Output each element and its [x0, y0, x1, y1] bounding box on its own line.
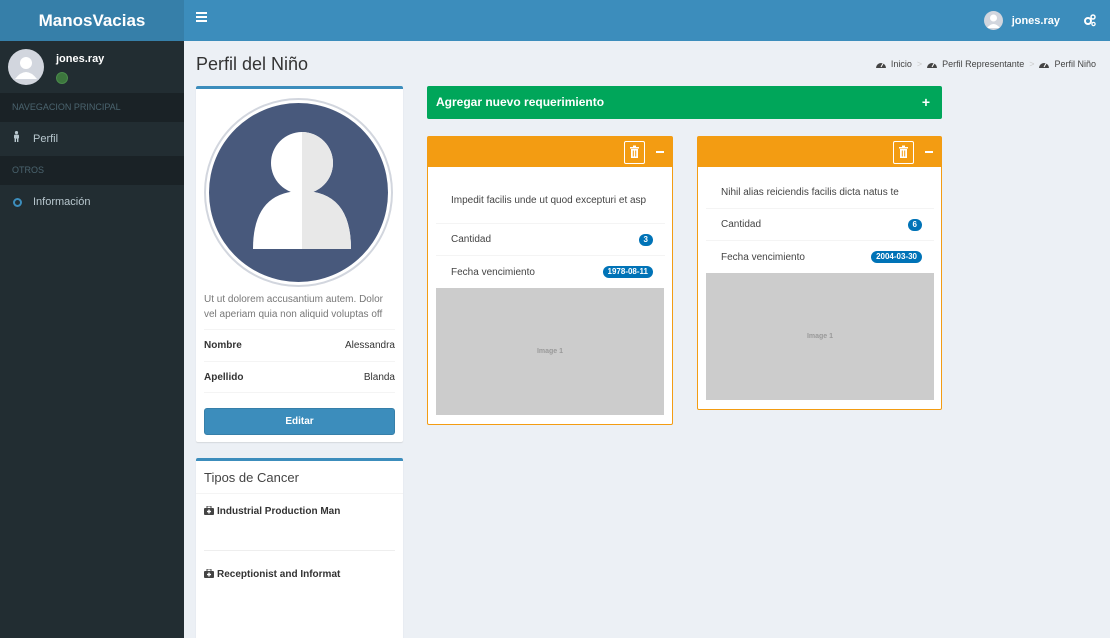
- profile-row-apellido: Apellido Blanda: [204, 361, 395, 393]
- sidebar-item-label: Perfil: [33, 133, 59, 145]
- field-value: Blanda: [363, 371, 395, 383]
- navbar-user-menu[interactable]: jones.ray: [983, 11, 1060, 30]
- quantity-badge: 3: [638, 233, 653, 246]
- cancer-type-item: Receptionist and Informat: [204, 567, 395, 582]
- breadcrumb-item-representante[interactable]: Perfil Representante: [927, 59, 1024, 69]
- gears-icon[interactable]: [1083, 14, 1096, 27]
- divider: [204, 550, 395, 551]
- navbar-user-name: jones.ray: [1011, 14, 1060, 27]
- sidebar-user-panel: jones.ray: [0, 41, 184, 93]
- dashboard-icon: [875, 63, 886, 68]
- edit-button[interactable]: Editar: [204, 408, 395, 435]
- breadcrumb: Inicio > Perfil Representante > Perfil N…: [875, 59, 1096, 69]
- sidebar-header-main: NAVEGACION PRINCIPAL: [0, 93, 184, 122]
- trash-icon[interactable]: [624, 141, 645, 164]
- dashboard-icon: [927, 63, 938, 68]
- collapse-icon[interactable]: [656, 151, 664, 153]
- quantity-badge: 6: [907, 218, 922, 231]
- child-icon: [13, 122, 20, 156]
- field-value: Alessandra: [344, 340, 395, 351]
- sidebar: jones.ray NAVEGACION PRINCIPAL Perfil OT…: [0, 41, 184, 638]
- user-silhouette-icon: [253, 132, 351, 249]
- hamburger-menu-icon[interactable]: [196, 12, 207, 22]
- sidebar-header-otros: OTROS: [0, 156, 184, 185]
- expiry-badge: 1978-08-11: [602, 266, 653, 278]
- requirement-card: Nihil alias reiciendis facilis dicta nat…: [697, 136, 942, 410]
- field-label: Nombre: [204, 340, 242, 351]
- requirement-card-header: [698, 137, 941, 167]
- page-title: Perfil del Niño: [196, 54, 309, 74]
- cancer-type-item: Industrial Production Man: [204, 504, 395, 519]
- sidebar-user-name: jones.ray: [56, 53, 105, 65]
- sidebar-item-label: Información: [33, 196, 91, 208]
- requirement-expiry-row: Fecha vencimiento 2004-03-30: [706, 241, 934, 273]
- profile-description: Ut ut dolorem accusantium autem. Dolor v…: [204, 294, 383, 320]
- add-requirement-bar[interactable]: Agregar nuevo requerimiento +: [427, 86, 942, 119]
- sidebar-item-informacion[interactable]: Información: [0, 185, 184, 219]
- requirement-quantity-row: Cantidad 6: [706, 209, 934, 241]
- requirement-description: Impedit facilis unde ut quod excepturi e…: [436, 177, 665, 224]
- child-avatar: [204, 98, 393, 287]
- top-navbar: jones.ray: [184, 0, 1110, 41]
- circle-icon: [13, 185, 22, 219]
- medkit-icon: [204, 569, 214, 578]
- cancer-types-box: Tipos de Cancer Industrial Production Ma…: [196, 458, 403, 638]
- user-avatar: [983, 11, 1003, 30]
- breadcrumb-item-nino: Perfil Niño: [1039, 59, 1096, 69]
- requirement-card: Impedit facilis unde ut quod excepturi e…: [427, 136, 673, 425]
- breadcrumb-item-inicio[interactable]: Inicio: [875, 59, 912, 69]
- requirement-expiry-row: Fecha vencimiento 1978-08-11: [436, 256, 665, 288]
- requirement-card-header: [428, 137, 672, 167]
- add-requirement-label: Agregar nuevo requerimiento: [436, 95, 605, 109]
- app-logo[interactable]: ManosVacias: [0, 0, 184, 41]
- medkit-icon: [204, 506, 214, 515]
- trash-icon[interactable]: [893, 141, 914, 164]
- expiry-badge: 2004-03-30: [871, 251, 922, 263]
- image-placeholder: Image 1: [706, 273, 934, 400]
- online-status-icon: [56, 72, 68, 84]
- dashboard-icon: [1039, 63, 1050, 68]
- collapse-icon[interactable]: [925, 151, 933, 153]
- profile-row-nombre: Nombre Alessandra: [204, 329, 395, 361]
- sidebar-item-perfil[interactable]: Perfil: [0, 122, 184, 156]
- field-label: Apellido: [204, 371, 244, 383]
- requirement-quantity-row: Cantidad 3: [436, 224, 665, 256]
- requirement-description: Nihil alias reiciendis facilis dicta nat…: [706, 177, 934, 209]
- plus-icon[interactable]: +: [922, 86, 930, 119]
- profile-box: Ut ut dolorem accusantium autem. Dolor v…: [196, 86, 403, 442]
- cancer-types-title: Tipos de Cancer: [196, 461, 403, 494]
- image-placeholder: Image 1: [436, 288, 664, 415]
- sidebar-avatar: [8, 49, 44, 85]
